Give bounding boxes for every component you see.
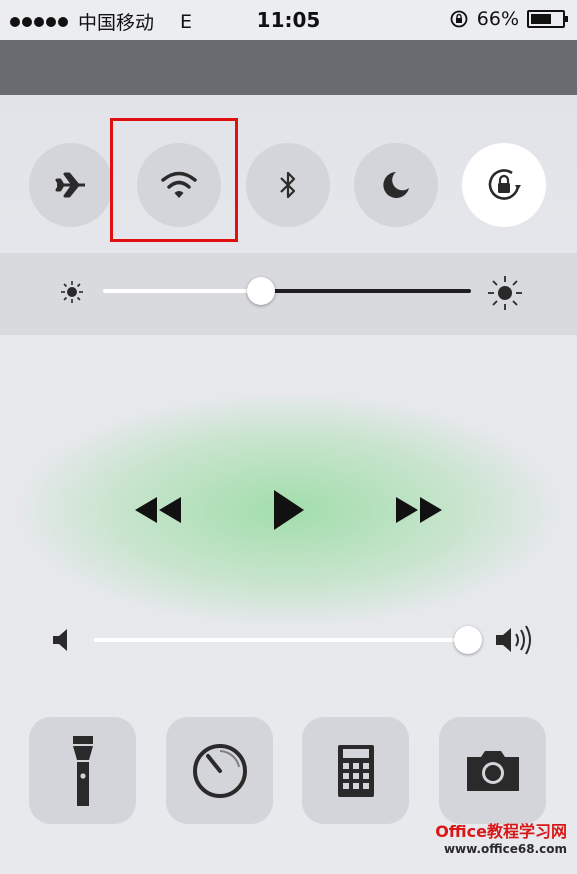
rotation-lock-status-icon — [450, 10, 468, 28]
camera-icon — [466, 750, 519, 791]
brightness-low-icon — [61, 281, 83, 303]
status-bar: 中国移动 E 11:05 66% — [0, 0, 577, 40]
flashlight-button[interactable] — [29, 717, 136, 824]
calculator-icon — [337, 744, 374, 797]
brightness-track-empty — [261, 289, 471, 293]
rotation-lock-toggle[interactable] — [462, 143, 546, 227]
next-track-button[interactable] — [388, 485, 452, 535]
play-icon — [274, 490, 304, 530]
control-center: Office教程学习网 www.office68.com — [0, 95, 577, 874]
airplane-mode-toggle[interactable] — [29, 143, 113, 227]
previous-track-icon — [135, 497, 181, 523]
timer-icon — [192, 743, 247, 798]
volume-row — [0, 605, 577, 675]
bluetooth-icon — [280, 171, 296, 199]
battery-percentage: 66% — [476, 8, 519, 30]
shortcut-row: Office教程学习网 www.office68.com — [0, 715, 577, 874]
wifi-highlight-box — [110, 118, 238, 242]
status-right: 66% — [449, 8, 568, 30]
watermark: Office教程学习网 www.office68.com — [435, 818, 567, 856]
dimmed-background — [0, 40, 577, 95]
timer-button[interactable] — [166, 717, 273, 824]
toggle-row — [0, 95, 577, 253]
watermark-brand: Office教程学习网 — [435, 822, 567, 841]
battery-icon — [527, 10, 568, 28]
volume-slider-thumb[interactable] — [454, 626, 482, 654]
airplane-icon — [55, 172, 85, 198]
brightness-row — [0, 253, 577, 335]
flashlight-icon — [72, 735, 93, 806]
play-button[interactable] — [258, 480, 318, 540]
volume-high-icon — [496, 625, 531, 655]
do-not-disturb-toggle[interactable] — [354, 143, 438, 227]
volume-low-icon — [53, 629, 67, 651]
moon-icon — [383, 172, 409, 198]
next-track-icon — [396, 497, 442, 523]
watermark-url: www.office68.com — [443, 842, 567, 856]
brightness-track-filled — [103, 289, 262, 293]
brightness-high-icon — [488, 276, 522, 310]
camera-button[interactable] — [439, 717, 546, 824]
rotation-lock-icon — [488, 169, 521, 200]
volume-track-filled — [94, 638, 468, 642]
brightness-slider-thumb[interactable] — [247, 277, 276, 305]
bluetooth-toggle[interactable] — [246, 143, 330, 227]
previous-track-button[interactable] — [125, 485, 189, 535]
calculator-button[interactable] — [302, 717, 409, 824]
